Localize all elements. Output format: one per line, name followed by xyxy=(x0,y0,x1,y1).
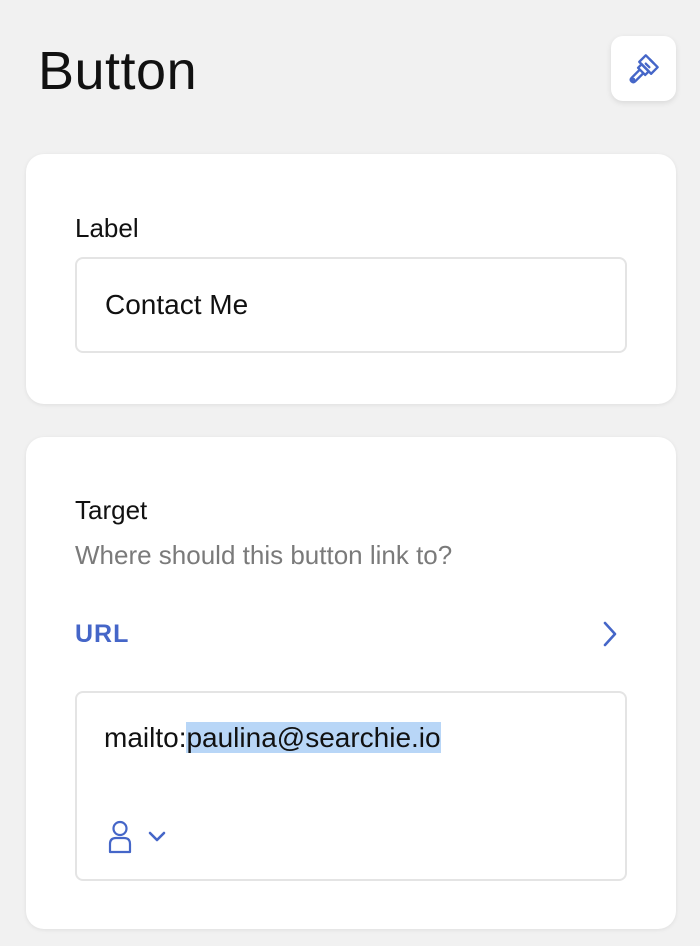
target-type-label: URL xyxy=(75,619,130,648)
url-text[interactable]: mailto:paulina@searchie.io xyxy=(104,715,441,761)
label-heading: Label xyxy=(75,213,139,243)
paintbrush-icon xyxy=(628,53,659,84)
chevron-down-icon xyxy=(148,831,166,842)
user-icon xyxy=(108,820,132,854)
target-heading: Target xyxy=(75,495,148,525)
target-help-text: Where should this button link to? xyxy=(75,540,453,570)
target-type-selector[interactable]: URL xyxy=(75,604,620,664)
url-selected-text: paulina@searchie.io xyxy=(186,722,441,753)
style-button[interactable] xyxy=(611,36,676,101)
label-input[interactable]: Contact Me xyxy=(75,257,627,353)
variable-picker[interactable] xyxy=(107,815,167,859)
page-title: Button xyxy=(38,41,198,101)
url-prefix: mailto: xyxy=(104,722,187,753)
url-field[interactable]: mailto:paulina@searchie.io xyxy=(75,691,627,881)
chevron-right-icon xyxy=(603,621,617,647)
